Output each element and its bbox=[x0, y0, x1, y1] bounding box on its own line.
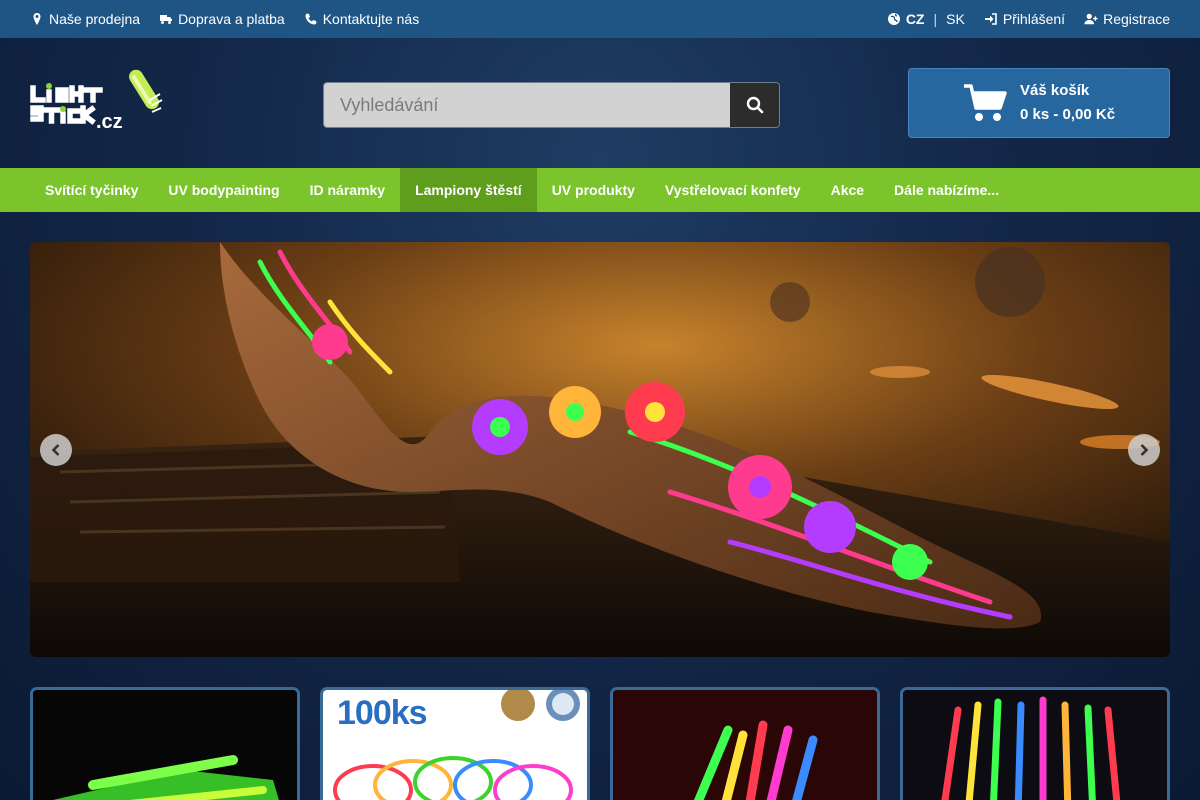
chevron-left-icon bbox=[51, 444, 60, 456]
main-navigation: Svítící tyčinky UV bodypainting ID náram… bbox=[0, 168, 1200, 212]
search-input[interactable] bbox=[324, 83, 730, 127]
product-tile-2[interactable]: 100ks bbox=[320, 687, 590, 800]
header: .cz Váš košík 0 ks - 0,00 Kč bbox=[0, 38, 1200, 168]
slider-prev-button[interactable] bbox=[40, 434, 72, 466]
language-cz[interactable]: CZ bbox=[906, 11, 925, 27]
shipping-link[interactable]: Doprava a platba bbox=[159, 11, 285, 27]
tile-quantity-label: 100ks bbox=[337, 694, 428, 732]
product-tile-4[interactable] bbox=[900, 687, 1170, 800]
phone-icon bbox=[305, 13, 317, 25]
register-link[interactable]: Registrace bbox=[1084, 11, 1170, 27]
language-separator: | bbox=[933, 11, 938, 27]
nav-item-uv-produkty[interactable]: UV produkty bbox=[537, 168, 650, 212]
search-button[interactable] bbox=[730, 83, 779, 127]
store-link-label: Naše prodejna bbox=[49, 11, 141, 27]
product-image-glow-sticks-green bbox=[33, 690, 297, 800]
cart-text: Váš košík 0 ks - 0,00 Kč bbox=[1020, 79, 1115, 127]
map-marker-icon bbox=[33, 13, 41, 25]
top-bar-left: Naše prodejna Doprava a platba Kontaktuj… bbox=[30, 11, 419, 27]
register-link-label: Registrace bbox=[1103, 11, 1170, 27]
nav-item-svitici-tycinky[interactable]: Svítící tyčinky bbox=[30, 168, 153, 212]
store-link[interactable]: Naše prodejna bbox=[30, 11, 140, 27]
svg-text:.cz: .cz bbox=[96, 111, 123, 132]
product-tile-3[interactable] bbox=[610, 687, 880, 800]
nav-item-akce[interactable]: Akce bbox=[816, 168, 879, 212]
chevron-right-icon bbox=[1140, 444, 1149, 456]
top-bar: Naše prodejna Doprava a platba Kontaktuj… bbox=[0, 0, 1200, 38]
language-sk[interactable]: SK bbox=[946, 11, 965, 27]
nav-item-vystrelovaci-konfety[interactable]: Vystřelovací konfety bbox=[650, 168, 816, 212]
contact-link[interactable]: Kontaktujte nás bbox=[304, 11, 420, 27]
login-link-label: Přihlášení bbox=[1002, 11, 1066, 27]
nav-item-id-naramky[interactable]: ID náramky bbox=[295, 168, 400, 212]
login-link[interactable]: Přihlášení bbox=[984, 11, 1065, 27]
product-tiles: 100ks bbox=[30, 687, 1170, 800]
nav-item-uv-bodypainting[interactable]: UV bodypainting bbox=[153, 168, 294, 212]
product-image-glow-sticks-cup bbox=[903, 690, 1167, 800]
nav-item-dale-nabizime[interactable]: Dále nabízíme... bbox=[879, 168, 1014, 212]
shipping-link-label: Doprava a platba bbox=[178, 11, 285, 27]
sign-in-icon bbox=[984, 13, 997, 25]
top-bar-right: CZ | SK Přihlášení Registrace bbox=[887, 11, 1170, 27]
search-bar bbox=[323, 82, 780, 128]
slider-next-button[interactable] bbox=[1128, 434, 1160, 466]
hero-slider[interactable] bbox=[30, 242, 1170, 657]
lightstick-logo[interactable]: .cz bbox=[30, 68, 172, 132]
globe-icon bbox=[887, 13, 900, 25]
hero-image-uv-bodypaint bbox=[30, 242, 1170, 657]
nav-item-lampiony-stesti[interactable]: Lampiony štěstí bbox=[400, 168, 537, 212]
product-image-glow-sticks-bundle bbox=[613, 690, 877, 800]
contact-link-label: Kontaktujte nás bbox=[322, 11, 420, 27]
cart-summary: 0 ks - 0,00 Kč bbox=[1020, 106, 1116, 123]
truck-icon bbox=[160, 15, 173, 24]
search-icon bbox=[746, 96, 763, 114]
cart-button[interactable]: Váš košík 0 ks - 0,00 Kč bbox=[908, 68, 1170, 138]
language-switcher: CZ | SK bbox=[887, 11, 965, 27]
user-plus-icon bbox=[1084, 13, 1098, 25]
product-tile-1[interactable] bbox=[30, 687, 300, 800]
shopping-cart-icon bbox=[964, 84, 1007, 121]
cart-title: Váš košík bbox=[1020, 82, 1090, 99]
